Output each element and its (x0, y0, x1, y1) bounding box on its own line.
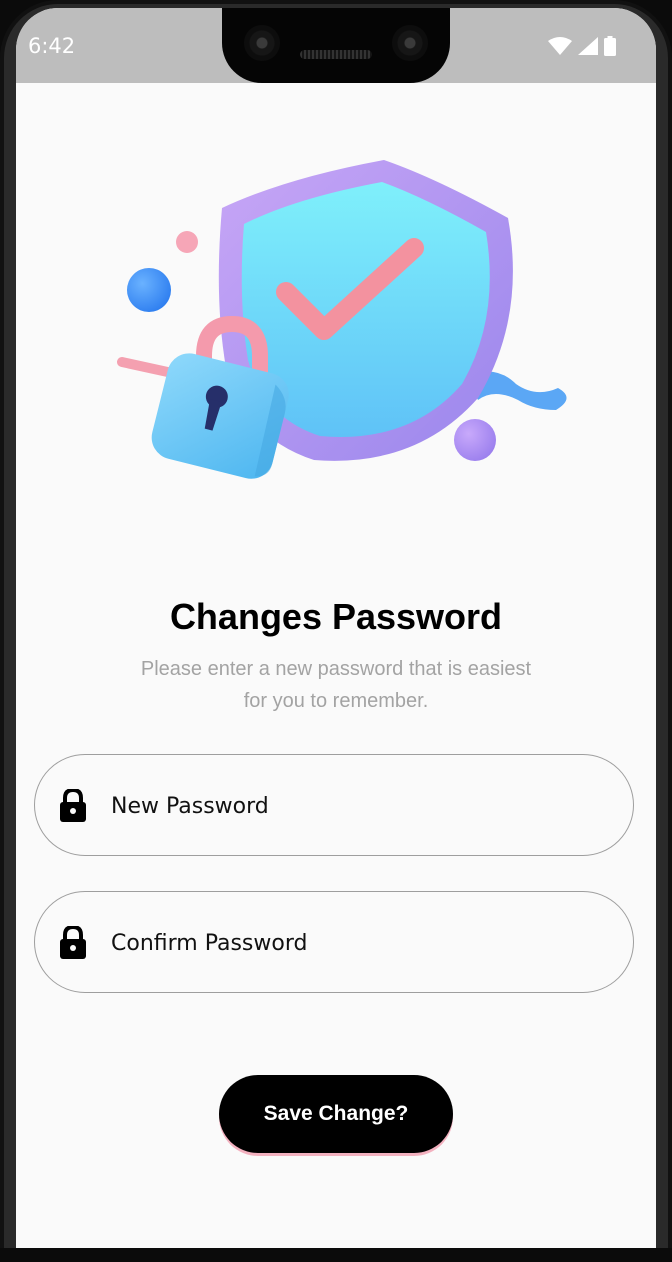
front-sensor-icon (392, 25, 428, 61)
status-time: 6:42 (28, 34, 76, 58)
screen: 6:42 Changes Password Please enter a new… (16, 8, 656, 1248)
confirm-password-field[interactable] (34, 891, 634, 993)
phone-frame: 6:42 Changes Password Please enter a new… (0, 0, 672, 1262)
earpiece-speaker (300, 50, 372, 59)
bottom-bezel (0, 1248, 672, 1262)
subtitle-line: for you to remember. (243, 690, 429, 712)
security-illustration (117, 160, 567, 479)
front-camera-icon (244, 25, 280, 61)
battery-icon (604, 36, 616, 56)
cellular-signal-icon (578, 37, 598, 55)
new-password-input[interactable] (109, 781, 593, 831)
new-password-field[interactable] (34, 754, 634, 856)
wifi-icon (548, 37, 572, 55)
save-change-button[interactable]: Save Change? (219, 1075, 453, 1153)
sphere-icon (176, 231, 198, 253)
lock-icon (60, 789, 86, 822)
status-icons (548, 36, 616, 56)
confirm-password-input[interactable] (109, 918, 593, 968)
camera-notch (222, 8, 450, 83)
page-title: Changes Password (169, 596, 503, 637)
subtitle-line: Please enter a new password that is easi… (140, 658, 532, 680)
page-subtitle: Please enter a new password that is easi… (116, 653, 556, 717)
sphere-icon (454, 419, 496, 461)
sphere-icon (127, 268, 171, 312)
lock-icon (60, 926, 86, 959)
